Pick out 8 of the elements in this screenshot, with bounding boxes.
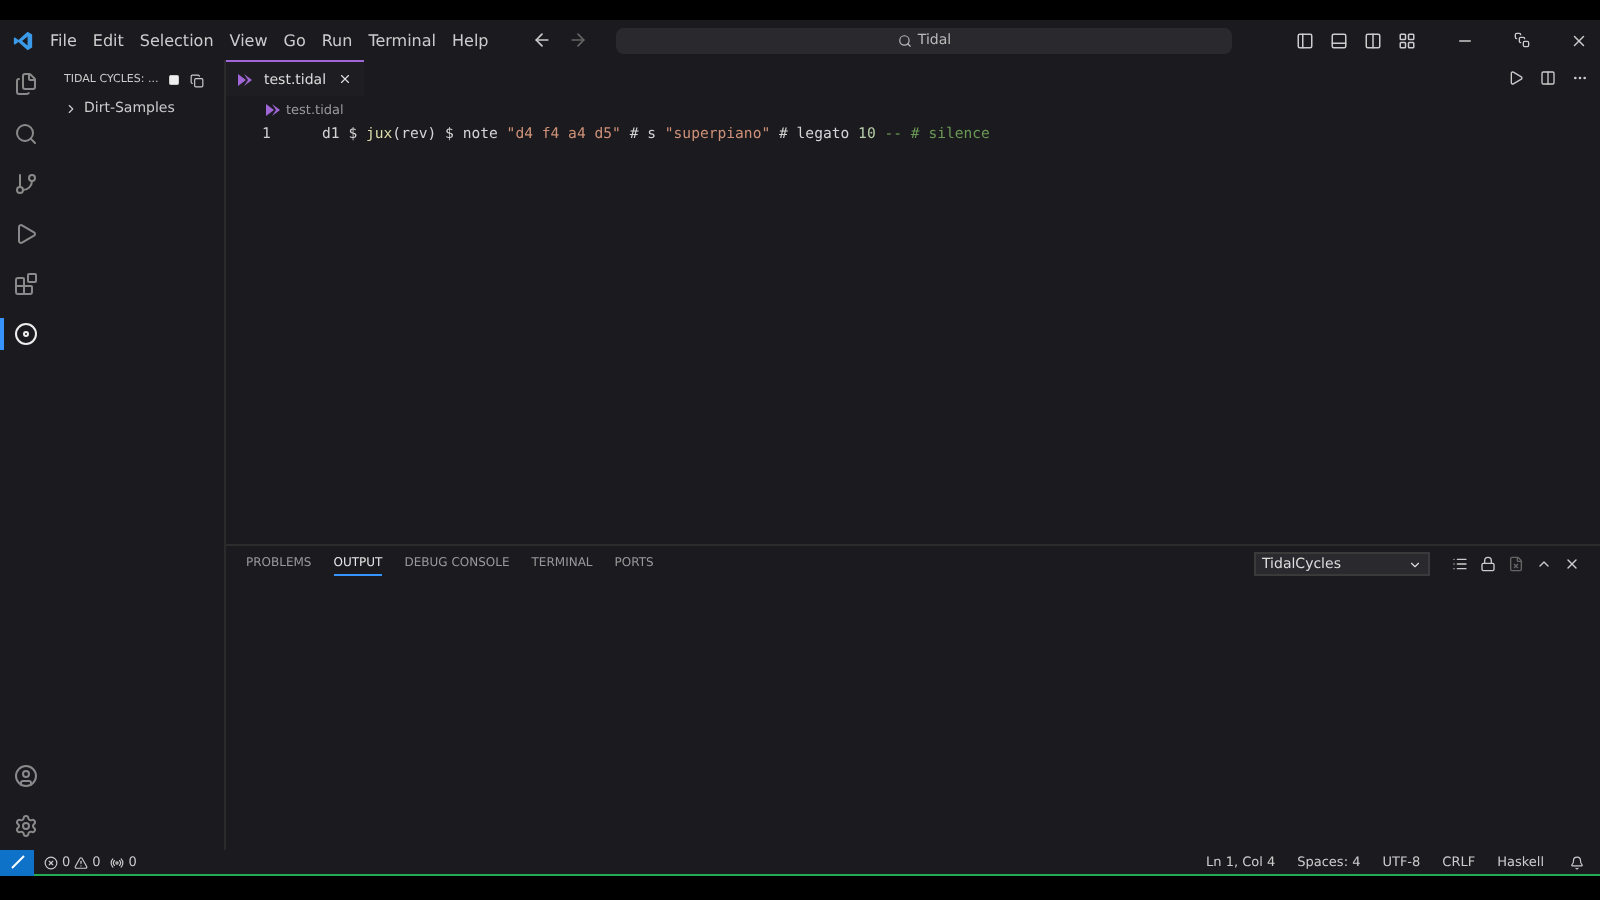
menu-item[interactable]: Edit <box>92 31 124 49</box>
menu-item[interactable]: Terminal <box>368 31 436 49</box>
menu-item[interactable]: File <box>50 31 77 49</box>
menu-item[interactable]: Help <box>452 31 489 49</box>
menu-item[interactable]: Run <box>321 31 353 49</box>
menu-item[interactable]: View <box>229 31 268 49</box>
menu-item[interactable]: Go <box>283 31 306 49</box>
menu-item[interactable]: Selection <box>139 31 214 49</box>
